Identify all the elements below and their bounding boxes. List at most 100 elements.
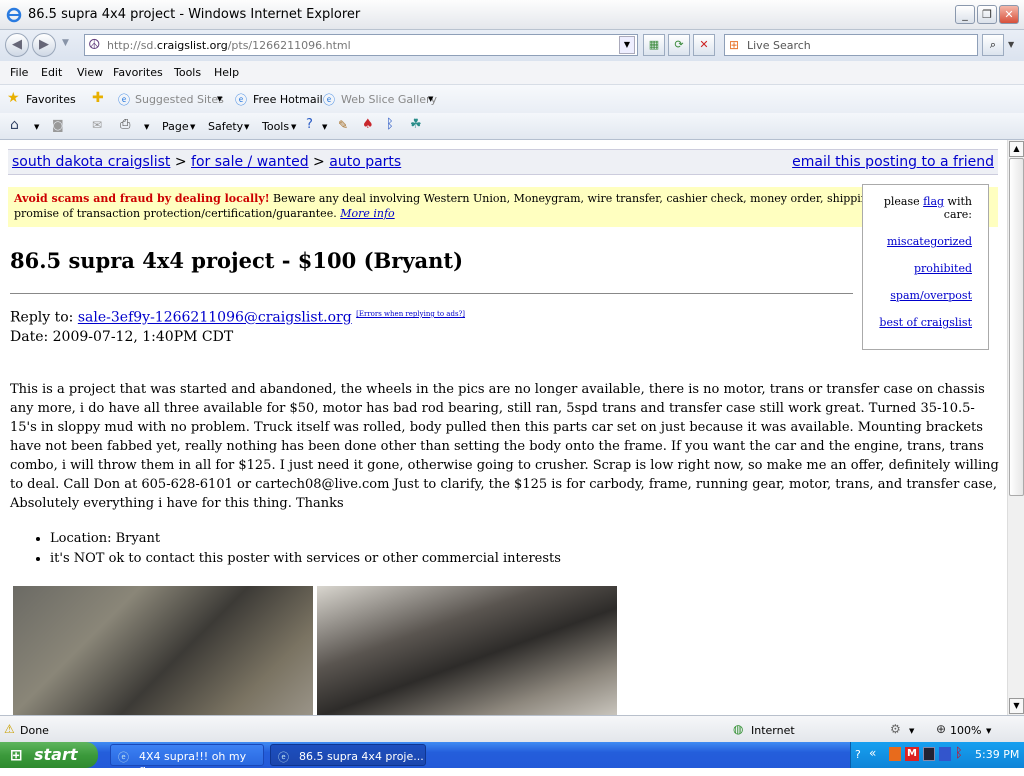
web-slice-gallery-link[interactable]: Web Slice Gallery <box>341 93 437 106</box>
bluetooth-tray-icon[interactable]: ᛒ <box>955 746 963 761</box>
flag-link[interactable]: flag <box>923 195 944 208</box>
read-mail-icon[interactable]: ✉ <box>92 118 102 132</box>
status-bar: ⚠ Done ◍ Internet ⚙ ▼ ⊕ 100% ▼ <box>0 715 1024 742</box>
menu-help[interactable]: Help <box>214 66 239 79</box>
print-chevron-icon[interactable]: ▼ <box>144 123 149 131</box>
favorites-button[interactable]: Favorites <box>26 93 76 106</box>
scrollbar-thumb[interactable] <box>1009 158 1024 496</box>
search-options-chevron-icon[interactable]: ▼ <box>1008 40 1014 49</box>
zoom-icon[interactable]: ⊕ <box>936 722 946 736</box>
add-favorite-icon[interactable]: ✚ <box>92 90 104 106</box>
clock[interactable]: 5:39 PM <box>975 748 1019 761</box>
zoom-chevron-icon[interactable]: ▼ <box>986 727 991 735</box>
print-icon[interactable]: ⎙ <box>120 117 130 132</box>
forward-button[interactable]: ▶ <box>32 33 56 57</box>
refresh-icon[interactable]: ⟳ <box>668 34 690 56</box>
research-icon[interactable]: ✎ <box>338 118 348 132</box>
protected-mode-chevron-icon[interactable]: ▼ <box>909 727 914 735</box>
recent-pages-chevron-icon[interactable]: ▼ <box>62 38 69 48</box>
start-button[interactable]: ⊞ start <box>0 742 98 768</box>
zoom-level[interactable]: 100% <box>950 724 981 737</box>
ie-logo-icon <box>6 7 22 23</box>
scroll-up-icon[interactable]: ▲ <box>1009 141 1024 157</box>
safety-menu[interactable]: Safety <box>208 120 243 133</box>
safety-chevron-icon[interactable]: ▼ <box>244 123 249 131</box>
email-friend-link[interactable]: email this posting to a friend <box>792 154 994 170</box>
contact-notice-item: it's NOT ok to contact this poster with … <box>50 549 561 569</box>
ie-page-icon: ⓔ <box>235 93 248 107</box>
scroll-down-icon[interactable]: ▼ <box>1009 698 1024 714</box>
page-chevron-icon[interactable]: ▼ <box>190 123 195 131</box>
tray-app-icon[interactable] <box>939 747 951 761</box>
menu-edit[interactable]: Edit <box>41 66 62 79</box>
home-chevron-icon[interactable]: ▼ <box>34 123 39 131</box>
tools-menu[interactable]: Tools <box>262 120 289 133</box>
breadcrumb-site-link[interactable]: south dakota craigslist <box>12 154 170 170</box>
flag-prohibited-link[interactable]: prohibited <box>914 262 972 275</box>
help-chevron-icon[interactable]: ▼ <box>322 123 327 131</box>
posting-photo[interactable] <box>317 586 617 715</box>
taskbar-item-ie-1[interactable]: ⓔ 4X4 supra!!! oh my g... <box>110 744 264 776</box>
spades-icon[interactable]: ♠ <box>362 117 374 132</box>
posting-photo[interactable] <box>13 586 313 715</box>
back-button[interactable]: ◀ <box>5 33 29 57</box>
ie-logo-icon: ⓔ <box>118 751 129 764</box>
breadcrumb-separator: > <box>170 154 192 170</box>
tools-chevron-icon[interactable]: ▼ <box>291 123 296 131</box>
breadcrumb-category-link[interactable]: auto parts <box>329 154 401 170</box>
page-menu[interactable]: Page <box>162 120 189 133</box>
tray-chevron-icon[interactable]: « <box>869 746 876 760</box>
scam-warning: Avoid scams and fraud by dealing locally… <box>8 187 998 227</box>
stop-icon[interactable]: ✕ <box>693 34 715 56</box>
protected-mode-icon[interactable]: ⚙ <box>890 722 901 736</box>
ie-logo-icon: ⓔ <box>278 751 289 764</box>
address-toolbar: ◀ ▶ ▼ ☮ http://sd.craigslist.org/pts/126… <box>0 30 1024 61</box>
menu-file[interactable]: File <box>10 66 28 79</box>
mcafee-icon[interactable]: M <box>905 747 919 761</box>
home-icon[interactable]: ⌂ <box>10 117 19 133</box>
search-icon[interactable]: ⌕ <box>982 34 1004 56</box>
taskbar-item-ie-2[interactable]: ⓔ 86.5 supra 4x4 proje... <box>270 744 426 766</box>
posting-title: 86.5 supra 4x4 project - $100 (Bryant) <box>10 248 464 273</box>
reply-errors-link[interactable]: [Errors when replying to ads?] <box>356 310 465 318</box>
security-zone-label: Internet <box>751 724 795 737</box>
compatibility-view-icon[interactable]: ▦ <box>643 34 665 56</box>
tray-app-icon[interactable] <box>923 747 935 761</box>
more-info-link[interactable]: More info <box>340 207 394 220</box>
suggested-sites-chevron-icon[interactable]: ▼ <box>217 95 222 103</box>
flag-miscategorized-link[interactable]: miscategorized <box>887 235 972 248</box>
vertical-scrollbar[interactable]: ▲ ▼ <box>1007 140 1024 715</box>
address-bar[interactable]: ☮ http://sd.craigslist.org/pts/126621109… <box>84 34 638 56</box>
tray-app-icon[interactable] <box>889 747 901 761</box>
title-divider <box>10 293 853 294</box>
reply-label: Reply to: <box>10 309 78 326</box>
window-title: 86.5 supra 4x4 project - Windows Interne… <box>28 7 361 22</box>
page-content: south dakota craigslist > for sale / wan… <box>0 140 1007 715</box>
suggested-sites-link[interactable]: Suggested Sites <box>135 93 224 106</box>
menu-tools[interactable]: Tools <box>174 66 201 79</box>
menu-favorites[interactable]: Favorites <box>113 66 163 79</box>
flag-best-of-link[interactable]: best of craigslist <box>879 316 972 329</box>
minimize-button[interactable]: _ <box>955 5 975 24</box>
posting-details: Location: Bryant it's NOT ok to contact … <box>30 529 561 569</box>
breadcrumb-section-link[interactable]: for sale / wanted <box>191 154 309 170</box>
web-slice-chevron-icon[interactable]: ▼ <box>428 95 433 103</box>
close-button[interactable]: ✕ <box>999 5 1019 24</box>
favorites-bar: ★ Favorites ✚ ⓔ Suggested Sites ▼ ⓔ Free… <box>0 85 1024 113</box>
status-text: Done <box>20 724 49 737</box>
flag-spam-link[interactable]: spam/overpost <box>890 289 972 302</box>
bluetooth-icon[interactable]: ᛒ <box>386 117 394 132</box>
command-bar: ⌂ ▼ ◙ ✉ ⎙ ▼ Page ▼ Safety ▼ Tools ▼ ? ▼ … <box>0 113 1024 140</box>
feeds-icon[interactable]: ◙ <box>52 118 64 132</box>
messenger-icon[interactable]: ☘ <box>410 117 422 132</box>
search-input[interactable]: ⊞ Live Search <box>724 34 978 56</box>
menu-view[interactable]: View <box>77 66 103 79</box>
help-tray-icon[interactable]: ? <box>855 748 861 761</box>
free-hotmail-link[interactable]: Free Hotmail <box>253 93 323 106</box>
address-dropdown-icon[interactable]: ▼ <box>619 36 635 54</box>
ie-page-icon: ⓔ <box>323 93 336 107</box>
reply-info: Reply to: sale-3ef9y-1266211096@craigsli… <box>10 305 465 347</box>
reply-email-link[interactable]: sale-3ef9y-1266211096@craigslist.org <box>78 310 352 326</box>
help-icon[interactable]: ? <box>306 117 313 132</box>
maximize-button[interactable]: ❐ <box>977 5 997 24</box>
